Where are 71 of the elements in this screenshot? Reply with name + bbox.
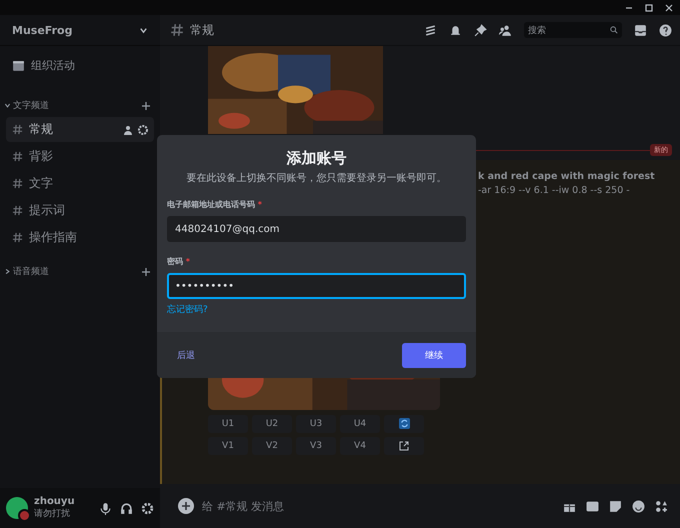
server-name[interactable]: MuseFrog <box>12 24 72 36</box>
message-text: -ar 16:9 --v 6.1 --iw 0.8 --s 250 - <box>478 184 630 198</box>
upscale-button[interactable]: U2 <box>252 414 292 432</box>
back-button[interactable]: 后退 <box>173 344 199 366</box>
channel-name: 背影 <box>29 148 53 165</box>
upscale-button[interactable]: V3 <box>296 436 336 454</box>
apps-icon[interactable] <box>655 500 668 512</box>
channel-item[interactable]: 提示词 <box>6 198 154 223</box>
plus-icon[interactable] <box>142 268 150 276</box>
upscale-button[interactable]: V1 <box>208 436 248 454</box>
share-button[interactable] <box>384 436 424 454</box>
upscale-button[interactable]: U4 <box>340 414 380 432</box>
hash-icon <box>12 205 23 216</box>
members-icon[interactable] <box>499 24 512 36</box>
channel-name: 常规 <box>29 121 53 138</box>
sticker-icon[interactable] <box>609 500 622 512</box>
hash-icon <box>12 124 23 135</box>
field-label: 密码 * <box>167 256 191 267</box>
external-link-icon <box>399 440 409 450</box>
field-label: 电子邮箱地址或电话号码 * <box>167 199 263 210</box>
avatar[interactable] <box>6 497 28 519</box>
chevron-icon[interactable] <box>139 26 148 34</box>
threads-icon[interactable] <box>424 24 437 36</box>
username: zhouyu <box>34 496 75 507</box>
settings-icon[interactable] <box>141 502 154 514</box>
hash-icon <box>170 23 184 37</box>
hash-icon <box>12 151 23 162</box>
calendar-icon <box>12 59 25 72</box>
channel-name: 提示词 <box>29 202 65 219</box>
refresh-icon <box>398 418 410 429</box>
upscale-button[interactable]: V4 <box>340 436 380 454</box>
upscale-button[interactable]: V2 <box>252 436 292 454</box>
plus-icon[interactable] <box>142 102 150 110</box>
reroll-button[interactable] <box>384 414 424 432</box>
emoji-icon[interactable] <box>632 500 645 512</box>
upscale-button[interactable]: U1 <box>208 414 248 432</box>
message-text: k and red cape with magic forest <box>478 170 655 184</box>
hash-icon <box>12 232 23 243</box>
gear-icon[interactable] <box>138 124 148 134</box>
channel-name: 操作指南 <box>29 229 77 246</box>
add-member-icon[interactable] <box>124 124 134 134</box>
plus-icon[interactable] <box>178 498 194 514</box>
hash-icon <box>12 178 23 189</box>
continue-button[interactable]: 继续 <box>402 342 466 368</box>
channel-item[interactable]: 背影 <box>6 144 154 169</box>
bell-icon[interactable] <box>449 24 462 36</box>
search-field[interactable]: 搜索 <box>524 22 622 38</box>
channel-item[interactable]: 常规 <box>6 117 154 142</box>
close-icon[interactable] <box>664 2 674 12</box>
user-status: 请勿打扰 <box>34 508 71 520</box>
pin-icon[interactable] <box>474 24 487 36</box>
inbox-icon[interactable] <box>634 24 647 36</box>
channel-item[interactable]: 操作指南 <box>6 225 154 250</box>
upscale-button[interactable]: U3 <box>296 414 336 432</box>
headphones-icon[interactable] <box>120 502 133 514</box>
input-field[interactable]: •••••••••• <box>167 273 466 299</box>
dialog-subtitle: 要在此设备上切换不同账号，您只需要登录另一账号即可。 <box>186 172 448 185</box>
dialog-title: 添加账号 <box>286 149 348 168</box>
search-icon <box>610 26 618 34</box>
events-link[interactable]: 组织活动 <box>31 58 75 73</box>
message-input[interactable]: 给 #常规 发消息 <box>202 498 284 514</box>
help-icon[interactable] <box>659 24 672 36</box>
channel-name: 文字 <box>29 175 53 192</box>
category-label[interactable]: 语音频道 <box>13 265 49 278</box>
input-field[interactable]: 448024107@qq.com <box>167 216 466 242</box>
maximize-icon[interactable] <box>644 2 654 12</box>
channel-item[interactable]: 文字 <box>6 171 154 196</box>
forgot-password-link[interactable]: 忘记密码? <box>167 303 208 316</box>
channel-title: 常规 <box>190 22 214 38</box>
category-label[interactable]: 文字频道 <box>13 99 49 112</box>
microphone-icon[interactable] <box>99 502 112 514</box>
